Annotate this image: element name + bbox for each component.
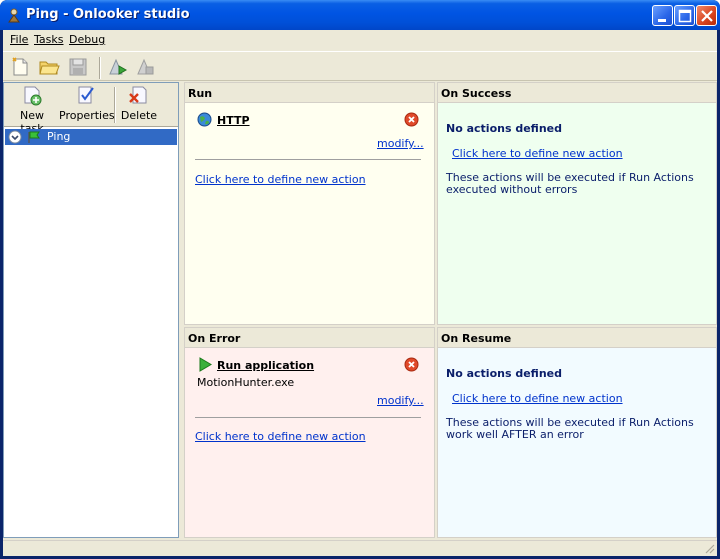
save-disk-icon[interactable] bbox=[67, 56, 89, 78]
window-title: Ping - Onlooker studio bbox=[26, 7, 190, 22]
minimize-icon bbox=[658, 19, 666, 22]
title-bar[interactable]: Ping - Onlooker studio bbox=[0, 0, 720, 30]
modify-link[interactable]: modify... bbox=[377, 394, 424, 407]
define-action-link[interactable]: Click here to define new action bbox=[452, 147, 623, 160]
flag-icon bbox=[28, 131, 40, 143]
maximize-button[interactable] bbox=[674, 5, 695, 26]
maximize-icon bbox=[678, 9, 692, 23]
on-success-panel-body: No actions defined Click here to define … bbox=[438, 103, 716, 324]
on-resume-panel-body: No actions defined Click here to define … bbox=[438, 348, 716, 537]
define-action-link[interactable]: Click here to define new action bbox=[195, 430, 366, 443]
app-window: Ping - Onlooker studio File Tasks Debug bbox=[0, 0, 720, 559]
task-panel: New task Properties Delete bbox=[3, 82, 179, 538]
on-success-panel: On Success No actions defined Click here… bbox=[437, 82, 717, 325]
new-task-icon bbox=[24, 86, 42, 106]
run-application-action-title[interactable]: Run application bbox=[217, 359, 314, 372]
globe-icon bbox=[197, 112, 212, 127]
app-logo-icon bbox=[8, 8, 20, 23]
open-folder-icon[interactable] bbox=[38, 56, 60, 78]
properties-icon bbox=[78, 86, 94, 104]
new-document-icon[interactable] bbox=[9, 56, 31, 78]
menu-tasks[interactable]: Tasks bbox=[34, 33, 63, 46]
run-icon[interactable] bbox=[106, 56, 128, 78]
tree-item-ping[interactable]: Ping bbox=[5, 129, 177, 145]
on-success-panel-header: On Success bbox=[438, 83, 716, 103]
section-description: These actions will be executed if Run Ac… bbox=[446, 416, 694, 441]
delete-icon bbox=[129, 86, 147, 104]
main-toolbar bbox=[3, 51, 717, 81]
define-action-link[interactable]: Click here to define new action bbox=[195, 173, 366, 186]
define-action-link[interactable]: Click here to define new action bbox=[452, 392, 623, 405]
action-divider bbox=[195, 159, 421, 160]
remove-action-icon[interactable] bbox=[404, 357, 419, 372]
tree-item-label: Ping bbox=[47, 130, 71, 143]
window-client-area: File Tasks Debug New Properties Delete P… bbox=[3, 30, 717, 556]
run-panel-header: Run bbox=[185, 83, 434, 103]
on-error-panel-header: On Error bbox=[185, 328, 434, 348]
section-description: These actions will be executed if Run Ac… bbox=[446, 171, 694, 196]
menu-file[interactable]: File bbox=[10, 33, 28, 46]
action-parameter: MotionHunter.exe bbox=[197, 376, 295, 389]
modify-link[interactable]: modify... bbox=[377, 137, 424, 150]
task-toolbar: New task Properties Delete bbox=[4, 83, 178, 135]
new-task-button[interactable]: New task bbox=[8, 85, 56, 135]
on-resume-panel-header: On Resume bbox=[438, 328, 716, 348]
delete-button[interactable]: Delete bbox=[119, 85, 159, 122]
remove-action-icon[interactable] bbox=[404, 112, 419, 127]
task-toolbar-separator bbox=[114, 87, 116, 123]
close-icon bbox=[701, 10, 713, 22]
run-panel-body: HTTP modify... Click here to define new … bbox=[185, 103, 434, 324]
run-panel: Run HTTP modify... Click here to define … bbox=[184, 82, 435, 325]
status-bar bbox=[3, 540, 717, 556]
minimize-button[interactable] bbox=[652, 5, 673, 26]
properties-button[interactable]: Properties bbox=[59, 85, 115, 122]
on-error-panel: On Error Run application MotionHunter.ex… bbox=[184, 327, 435, 538]
http-action-title[interactable]: HTTP bbox=[217, 114, 250, 127]
menu-debug[interactable]: Debug bbox=[69, 33, 105, 46]
no-actions-label: No actions defined bbox=[446, 367, 562, 380]
on-resume-panel: On Resume No actions defined Click here … bbox=[437, 327, 717, 538]
play-icon bbox=[199, 357, 212, 372]
action-divider bbox=[195, 417, 421, 418]
toolbar-separator bbox=[99, 57, 101, 79]
menu-bar: File Tasks Debug bbox=[3, 30, 717, 50]
stop-icon[interactable] bbox=[134, 56, 156, 78]
on-error-panel-body: Run application MotionHunter.exe modify.… bbox=[185, 348, 434, 537]
no-actions-label: No actions defined bbox=[446, 122, 562, 135]
close-button[interactable] bbox=[696, 5, 717, 26]
collapse-chevron-icon[interactable] bbox=[8, 130, 22, 144]
resize-grip-icon[interactable] bbox=[703, 542, 715, 554]
